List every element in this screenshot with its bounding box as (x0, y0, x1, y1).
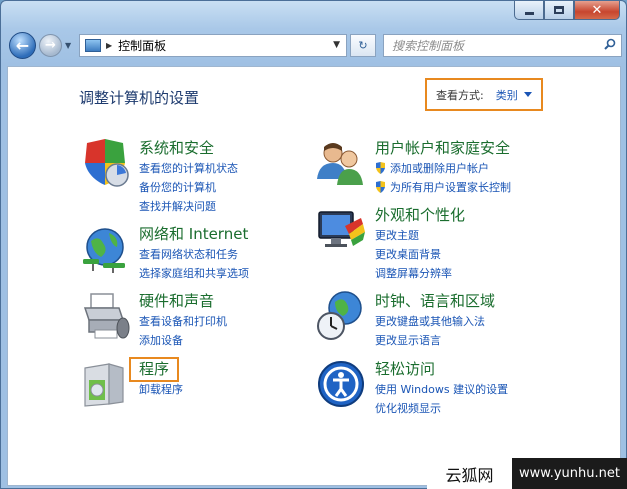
link-change-desktop-background[interactable]: 更改桌面背景 (375, 245, 452, 264)
category-title[interactable]: 系统和安全 (139, 137, 214, 158)
printer-icon[interactable] (79, 290, 131, 342)
window-controls: ✕ (514, 1, 620, 21)
forward-arrow-icon: → (45, 38, 56, 53)
minimize-button[interactable] (514, 1, 544, 20)
link-label: 添加或删除用户帐户 (390, 162, 489, 175)
dropdown-arrow-icon (523, 92, 532, 97)
uac-shield-icon (376, 181, 385, 193)
category-title[interactable]: 用户帐户和家庭安全 (375, 137, 510, 158)
category-title[interactable]: 网络和 Internet (139, 223, 248, 244)
network-globe-icon[interactable] (79, 223, 131, 275)
programs-highlight-box (129, 357, 179, 382)
category-title[interactable]: 轻松访问 (375, 358, 435, 379)
link-uninstall-program[interactable]: 卸载程序 (139, 380, 183, 399)
view-by-dropdown[interactable]: 类别 (496, 87, 532, 103)
category-links: 查看设备和打印机 添加设备 (139, 312, 227, 350)
breadcrumb-separator-icon[interactable]: ▶ (106, 41, 112, 50)
back-button[interactable]: ← (9, 32, 36, 59)
monitor-palette-icon[interactable] (315, 204, 367, 256)
link-change-keyboard-input[interactable]: 更改键盘或其他输入法 (375, 312, 485, 331)
recent-pages-dropdown[interactable]: ▼ (65, 41, 71, 50)
watermark-url: www.yunhu.net (512, 458, 627, 489)
close-button[interactable]: ✕ (574, 1, 620, 20)
link-windows-recommended-settings[interactable]: 使用 Windows 建议的设置 (375, 380, 508, 399)
minimize-icon (524, 11, 534, 15)
link-add-remove-accounts[interactable]: 添加或删除用户帐户 (375, 159, 511, 178)
maximize-icon (554, 6, 564, 14)
ease-of-access-icon[interactable] (315, 358, 367, 410)
category-links: 更改键盘或其他输入法 更改显示语言 (375, 312, 485, 350)
category-title[interactable]: 外观和个性化 (375, 204, 465, 225)
programs-box-icon[interactable] (79, 358, 131, 410)
refresh-button[interactable]: ↻ (350, 34, 376, 57)
link-troubleshoot[interactable]: 查找并解决问题 (139, 197, 238, 216)
link-optimize-visual-display[interactable]: 优化视频显示 (375, 399, 508, 418)
refresh-icon: ↻ (358, 39, 368, 52)
link-backup-computer[interactable]: 备份您的计算机 (139, 178, 238, 197)
category-links: 查看您的计算机状态 备份您的计算机 查找并解决问题 (139, 159, 238, 216)
address-dropdown-icon[interactable]: ▼ (333, 40, 340, 50)
link-change-theme[interactable]: 更改主题 (375, 226, 452, 245)
users-icon[interactable] (315, 137, 367, 189)
category-links: 更改主题 更改桌面背景 调整屏幕分辨率 (375, 226, 452, 283)
category-links: 添加或删除用户帐户 为所有用户设置家长控制 (375, 159, 511, 197)
maximize-button[interactable] (544, 1, 574, 20)
search-box[interactable] (383, 34, 622, 57)
link-adjust-resolution[interactable]: 调整屏幕分辨率 (375, 264, 452, 283)
link-homegroup-sharing[interactable]: 选择家庭组和共享选项 (139, 264, 249, 283)
view-by-value: 类别 (495, 88, 518, 102)
address-bar[interactable]: ▶ 控制面板 ▼ (79, 34, 347, 57)
link-parental-controls[interactable]: 为所有用户设置家长控制 (375, 178, 511, 197)
breadcrumb-control-panel[interactable]: 控制面板 (118, 37, 166, 54)
category-title[interactable]: 硬件和声音 (139, 290, 214, 311)
content-pane: 调整计算机的设置 查看方式: 类别 系统和安全 查看您的计算机状态 备份您的计算… (7, 66, 621, 486)
watermark-site-name: 云狐网 (427, 458, 512, 489)
view-by-label: 查看方式: (436, 88, 484, 102)
control-panel-window: ✕ ← → ▼ ▶ 控制面板 ▼ ↻ 调整计算机的设置 查看方式: 类别 (0, 0, 627, 489)
category-links: 查看网络状态和任务 选择家庭组和共享选项 (139, 245, 249, 283)
link-add-device[interactable]: 添加设备 (139, 331, 227, 350)
navigation-bar: ← → ▼ ▶ 控制面板 ▼ ↻ (7, 31, 622, 61)
link-devices-printers[interactable]: 查看设备和打印机 (139, 312, 227, 331)
category-links: 使用 Windows 建议的设置 优化视频显示 (375, 380, 508, 418)
category-links: 卸载程序 (139, 380, 183, 399)
view-by-control: 查看方式: 类别 (425, 78, 543, 111)
forward-button[interactable]: → (39, 34, 62, 57)
close-icon: ✕ (591, 2, 603, 18)
uac-shield-icon (376, 162, 385, 174)
page-title: 调整计算机的设置 (79, 89, 200, 107)
back-arrow-icon: ← (15, 36, 30, 55)
link-view-computer-status[interactable]: 查看您的计算机状态 (139, 159, 238, 178)
link-change-display-language[interactable]: 更改显示语言 (375, 331, 485, 350)
search-input[interactable] (384, 35, 584, 57)
search-icon[interactable] (604, 38, 616, 50)
category-title[interactable]: 时钟、语言和区域 (375, 290, 495, 311)
clock-globe-icon[interactable] (315, 290, 367, 342)
link-network-status[interactable]: 查看网络状态和任务 (139, 245, 249, 264)
control-panel-icon (85, 39, 101, 52)
shield-flag-icon[interactable] (79, 137, 131, 189)
site-watermark: 云狐网 www.yunhu.net (427, 458, 627, 489)
link-label: 为所有用户设置家长控制 (390, 181, 511, 194)
